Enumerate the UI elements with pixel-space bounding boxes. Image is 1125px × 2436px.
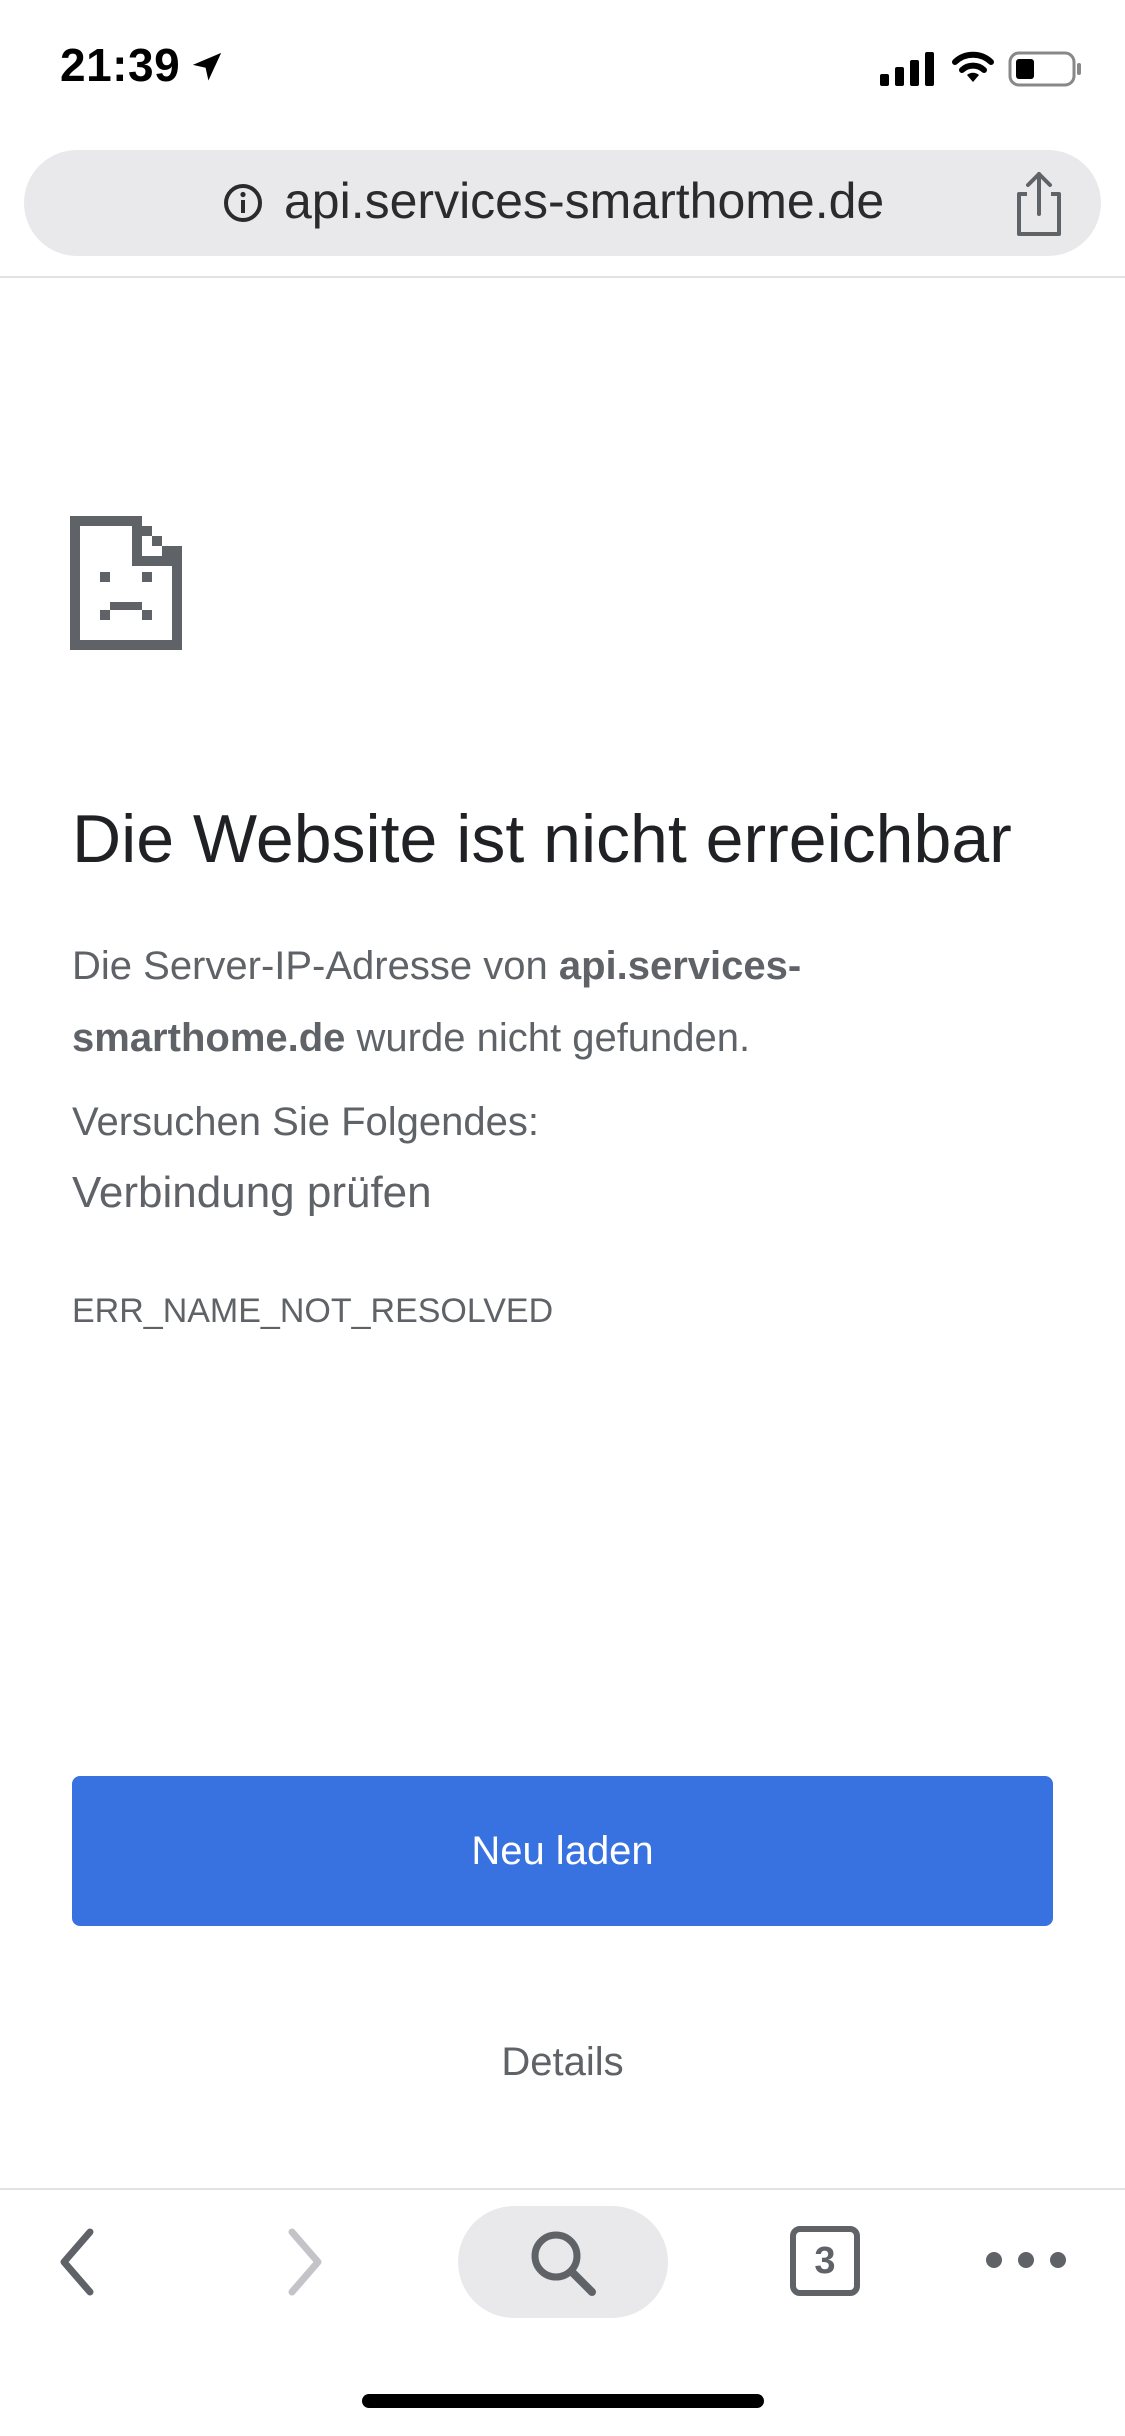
bottom-divider [0, 2188, 1125, 2190]
share-icon[interactable] [1009, 168, 1069, 240]
tabs-button[interactable]: 3 [790, 2226, 860, 2296]
top-divider [0, 276, 1125, 278]
url-text[interactable]: api.services-smarthome.de [284, 172, 884, 230]
error-code: ERR_NAME_NOT_RESOLVED [72, 1292, 554, 1330]
suggestion-check-connection: Verbindung prüfen [72, 1168, 432, 1217]
search-button[interactable] [458, 2206, 668, 2318]
browser-screen: 21:39 api.services-smarthome.de Die Webs… [0, 0, 1125, 2436]
location-arrow-icon [192, 52, 222, 81]
back-arrow-icon[interactable] [50, 2222, 110, 2302]
search-icon [531, 2231, 596, 2296]
home-indicator[interactable] [362, 2394, 764, 2408]
battery-icon [1008, 51, 1081, 87]
reload-button[interactable]: Neu laden [72, 1776, 1053, 1926]
error-title: Die Website ist nicht erreichbar [72, 801, 1012, 877]
more-icon[interactable] [984, 2240, 1068, 2280]
sad-page-icon [70, 516, 182, 650]
url-bar[interactable]: api.services-smarthome.de [24, 150, 1101, 256]
wifi-icon [952, 51, 994, 82]
error-description: Die Server-IP-Adresse von api.services-s… [72, 930, 1052, 1074]
cellular-signal-icon [880, 52, 934, 86]
info-icon[interactable] [222, 182, 264, 224]
forward-arrow-icon[interactable] [272, 2222, 332, 2302]
status-time: 21:39 [60, 39, 181, 91]
error-desc-prefix: Die Server-IP-Adresse von [72, 944, 559, 988]
suggestion-heading: Versuchen Sie Folgendes: [72, 1100, 539, 1144]
tab-count: 3 [814, 2239, 836, 2282]
status-bar: 21:39 [0, 0, 1125, 140]
error-desc-suffix: wurde nicht gefunden. [345, 1016, 751, 1060]
details-button[interactable]: Details [0, 2040, 1125, 2085]
